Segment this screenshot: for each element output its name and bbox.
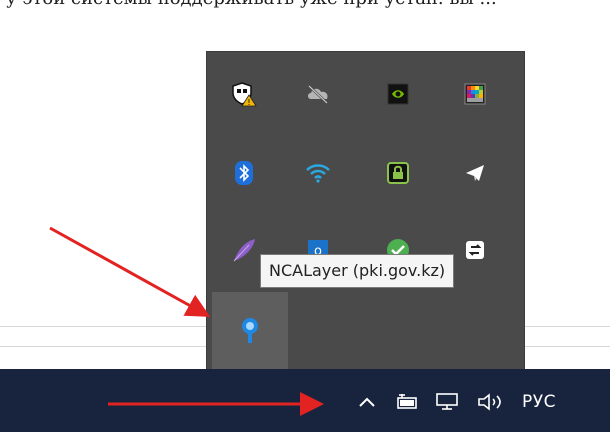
- network-icon[interactable]: [432, 387, 462, 417]
- sync-app-icon[interactable]: [455, 230, 495, 270]
- partial-page-text: у этой системы поддерживать уже при уста…: [0, 0, 610, 26]
- ncalayer-icon[interactable]: [212, 292, 288, 370]
- taskbar: РУС: [0, 369, 610, 432]
- show-hidden-icons-button[interactable]: [352, 387, 382, 417]
- bluetooth-icon[interactable]: [224, 153, 264, 193]
- tray-tooltip: NCALayer (pki.gov.kz): [260, 254, 455, 288]
- feather-app-icon[interactable]: [224, 230, 264, 270]
- windows-security-icon[interactable]: !: [224, 74, 264, 114]
- volume-icon[interactable]: [474, 387, 508, 417]
- input-language-indicator[interactable]: РУС: [514, 387, 564, 417]
- onedrive-offline-icon[interactable]: [298, 74, 338, 114]
- color-palette-icon[interactable]: [455, 74, 495, 114]
- wifi-icon[interactable]: [298, 153, 338, 193]
- battery-icon[interactable]: [392, 387, 422, 417]
- arrow-to-ncalayer-icon: [49, 226, 211, 317]
- svg-text:!: !: [247, 98, 250, 107]
- lock-app-icon[interactable]: [378, 153, 418, 193]
- nvidia-icon[interactable]: [378, 74, 418, 114]
- telegram-icon[interactable]: [455, 153, 495, 193]
- tray-overflow-panel: ! o: [207, 52, 524, 370]
